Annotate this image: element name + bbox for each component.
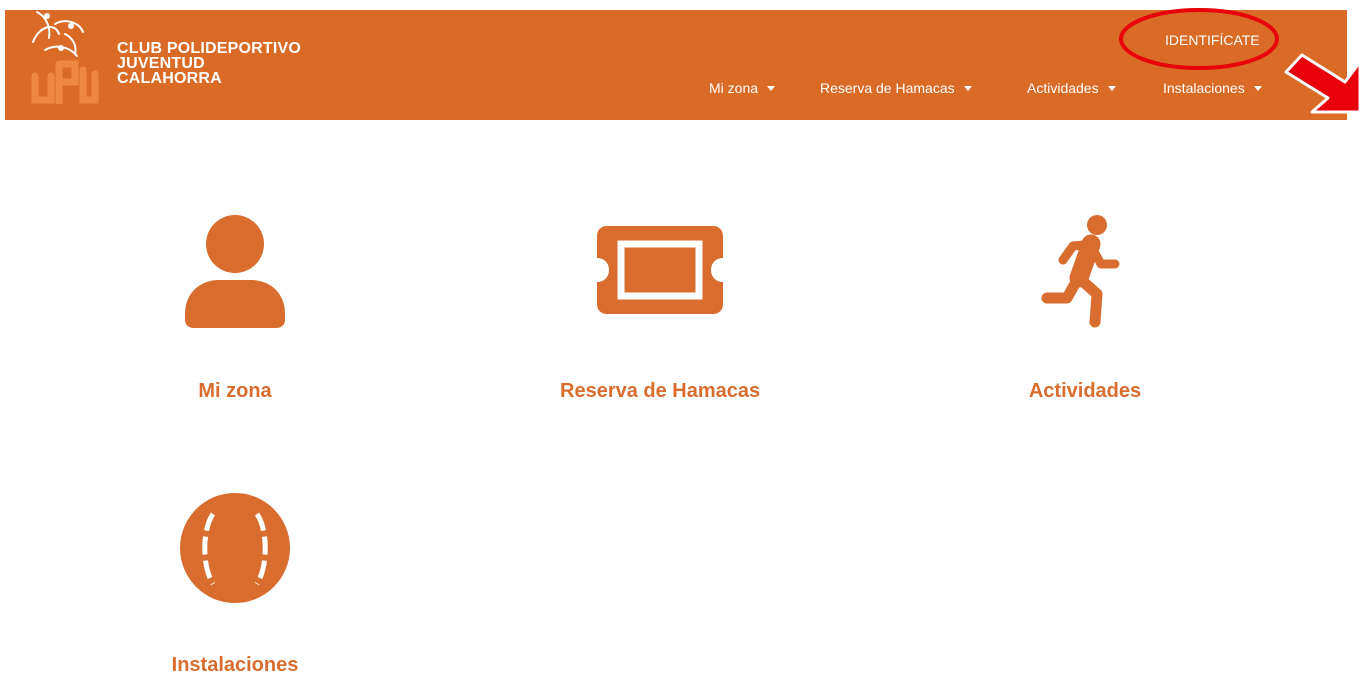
tile-reserva-de-hamacas[interactable]: Reserva de Hamacas	[560, 214, 760, 414]
tile-label: Actividades	[1028, 380, 1142, 402]
tile-label: Mi zona	[198, 380, 272, 402]
caret-down-icon	[1107, 85, 1116, 91]
tile-label: Reserva de Hamacas	[560, 380, 761, 402]
nav-menu-label: Instalaciones	[1163, 80, 1245, 96]
tennis-ball-icon	[180, 493, 290, 603]
running-icon	[1041, 215, 1120, 328]
nav-menu-label: Actividades	[1027, 80, 1099, 96]
club-logo-icon[interactable]	[25, 4, 105, 104]
nav-menu-label: Reserva de Hamacas	[820, 80, 955, 96]
tile-mi-zona[interactable]: Mi zona	[135, 214, 335, 414]
caret-down-icon	[1253, 85, 1262, 91]
nav-menu-reserva-de-hamacas[interactable]: Reserva de Hamacas	[820, 80, 972, 96]
club-name[interactable]: CLUB POLIDEPORTIVO JUVENTUD CALAHORRA	[117, 40, 302, 87]
user-icon	[185, 215, 285, 328]
nav-menu-actividades[interactable]: Actividades	[1027, 80, 1116, 96]
club-name-line-2: JUVENTUD	[117, 55, 205, 72]
club-name-line-3: CALAHORRA	[117, 70, 222, 87]
nav-menu-instalaciones[interactable]: Instalaciones	[1163, 80, 1262, 96]
top-navbar: CLUB POLIDEPORTIVO JUVENTUD CALAHORRA ID…	[5, 10, 1347, 120]
ticket-icon	[597, 226, 723, 314]
club-name-line-1: CLUB POLIDEPORTIVO	[117, 40, 302, 57]
tile-instalaciones[interactable]: Instalaciones	[135, 492, 335, 682]
tile-actividades[interactable]: Actividades	[985, 214, 1185, 414]
caret-down-icon	[963, 85, 972, 91]
nav-menu-label: Mi zona	[709, 80, 759, 96]
nav-menu-mi-zona[interactable]: Mi zona	[709, 80, 776, 96]
caret-down-icon	[767, 85, 776, 91]
login-link[interactable]: IDENTIFÍCATE	[1165, 32, 1260, 48]
tile-label: Instalaciones	[171, 654, 299, 676]
